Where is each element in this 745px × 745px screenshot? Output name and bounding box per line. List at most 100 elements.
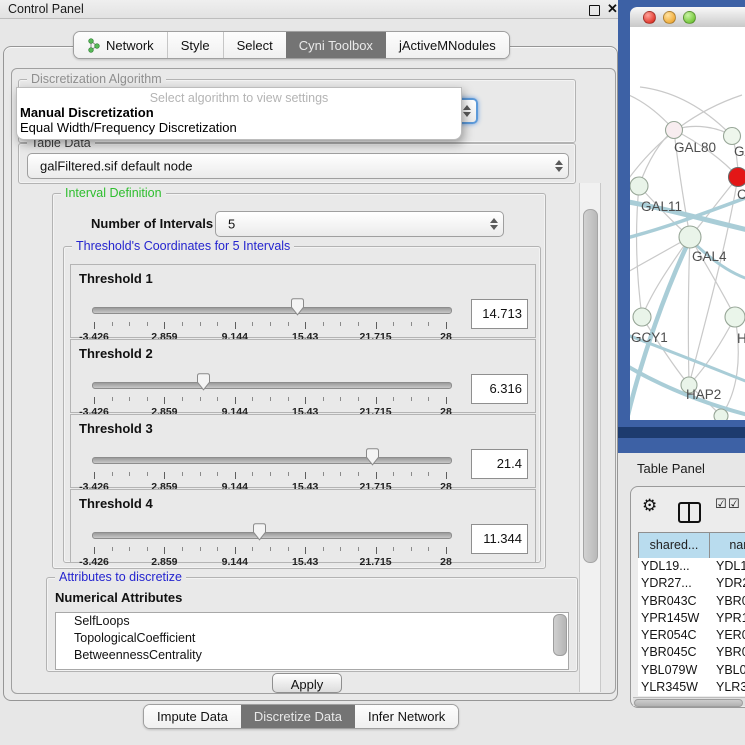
slider-tick: [340, 547, 341, 551]
tab-style[interactable]: Style: [167, 32, 223, 58]
checkbox-icon[interactable]: ☑: [715, 497, 727, 512]
table-row[interactable]: YLR345WYLR3: [638, 679, 745, 696]
slider-tick: [305, 472, 306, 479]
slider-track[interactable]: [92, 307, 452, 314]
zoom-traffic-light[interactable]: [683, 11, 696, 24]
minimize-traffic-light[interactable]: [663, 11, 676, 24]
table-row[interactable]: YBR045CYBR0: [638, 644, 745, 661]
slider-tick: [94, 472, 95, 479]
slider-tick: [235, 547, 236, 554]
slider-tick: [288, 322, 289, 326]
table-row[interactable]: YDR27...YDR2: [638, 575, 745, 592]
table-row[interactable]: YDL19...YDL1: [638, 558, 745, 575]
slider-tick: [129, 397, 130, 401]
slider-tick: [147, 322, 148, 326]
slider-tick: [323, 322, 324, 326]
tab-impute-data[interactable]: Impute Data: [144, 705, 241, 728]
threshold-value-field[interactable]: 21.4: [471, 449, 528, 479]
node-h[interactable]: [725, 307, 745, 327]
number-of-intervals-combobox[interactable]: 5: [215, 211, 504, 237]
slider-tick: [393, 397, 394, 401]
node-gal4[interactable]: [679, 226, 701, 248]
network-edge[interactable]: [639, 130, 674, 186]
popup-item-manual[interactable]: Manual Discretization: [20, 105, 154, 120]
tab-infer-network[interactable]: Infer Network: [355, 705, 458, 728]
table-hscrollbar-track[interactable]: [633, 697, 745, 706]
table-hscrollbar-thumb[interactable]: [634, 699, 743, 707]
node-gal11[interactable]: [630, 177, 648, 195]
slider-tick: [340, 472, 341, 476]
close-traffic-light[interactable]: [643, 11, 656, 24]
slider-thumb[interactable]: [252, 523, 267, 541]
slider-tick: [147, 397, 148, 401]
node-bottom[interactable]: [714, 409, 728, 420]
table-data-combobox[interactable]: galFiltered.sif default node: [27, 153, 569, 179]
apply-button[interactable]: Apply: [272, 673, 342, 693]
threshold-value-field[interactable]: 6.316: [471, 374, 528, 404]
column-layout-icon[interactable]: [678, 502, 701, 523]
slider-tick: [305, 547, 306, 554]
slider-thumb[interactable]: [196, 373, 211, 391]
tab-discretize-data[interactable]: Discretize Data: [241, 705, 355, 728]
network-edge[interactable]: [721, 317, 738, 416]
attribute-list-item[interactable]: BetweennessCentrality: [56, 647, 568, 664]
attributes-group-title: Attributes to discretize: [55, 570, 186, 584]
slider-track[interactable]: [92, 457, 452, 464]
threshold-slider[interactable]: -3.4262.8599.14415.4321.71528: [94, 373, 446, 409]
network-edge[interactable]: [640, 87, 732, 136]
slider-tick: [182, 322, 183, 326]
checkbox-icon[interactable]: ☑: [728, 497, 740, 512]
slider-track[interactable]: [92, 382, 452, 389]
close-icon[interactable]: ✕: [607, 1, 618, 17]
tab-network[interactable]: Network: [74, 32, 167, 58]
tab-cyni-toolbox[interactable]: Cyni Toolbox: [286, 32, 386, 58]
network-window-titlebar[interactable]: [630, 7, 745, 28]
slider-tick: [252, 547, 253, 551]
threshold-slider[interactable]: -3.4262.8599.14415.4321.71528: [94, 298, 446, 334]
attribute-list-item[interactable]: TopologicalCoefficient: [56, 630, 568, 647]
thresholds-group-title: Threshold's Coordinates for 5 Intervals: [72, 239, 294, 253]
network-canvas[interactable]: GAL80GACGAL11GAL4GCY1HHAP2: [630, 27, 745, 420]
slider-track[interactable]: [92, 532, 452, 539]
slider-tick: [182, 472, 183, 476]
slider-tick: [200, 322, 201, 326]
screen: Control Panel ✕ Network Style Select Cyn…: [0, 0, 745, 745]
node-top[interactable]: [724, 128, 741, 145]
threshold-value-field[interactable]: 11.344: [471, 524, 528, 554]
node-red[interactable]: [729, 168, 745, 187]
tab-cyni-toolbox-label: Cyni Toolbox: [299, 38, 373, 53]
slider-tick: [270, 322, 271, 326]
tab-jactivemnodules[interactable]: jActiveMNodules: [386, 32, 509, 58]
table-row[interactable]: YER054CYER0: [638, 627, 745, 644]
slider-tick: [446, 547, 447, 554]
cell-name: YDL1: [712, 558, 745, 575]
slider-tick: [129, 547, 130, 551]
network-edge[interactable]: [642, 237, 690, 317]
threshold-slider[interactable]: -3.4262.8599.14415.4321.71528: [94, 523, 446, 559]
node-gcy1[interactable]: [633, 308, 651, 326]
table-row[interactable]: YBR043CYBR0: [638, 593, 745, 610]
algorithm-popup: Select algorithm to view settings Manual…: [16, 87, 462, 140]
threshold-value-field[interactable]: 14.713: [471, 299, 528, 329]
table-row[interactable]: YPR145WYPR1: [638, 610, 745, 627]
popup-item-equal-width[interactable]: Equal Width/Frequency Discretization: [20, 120, 237, 135]
window-frame-band: [618, 427, 745, 438]
attributes-list-scrollbar[interactable]: [553, 614, 567, 656]
node-label-gal4: GAL4: [692, 249, 727, 264]
threshold-slider[interactable]: -3.4262.8599.14415.4321.71528: [94, 448, 446, 484]
panel-scrollbar-thumb[interactable]: [583, 209, 598, 563]
slider-thumb[interactable]: [365, 448, 380, 466]
column-header-shared[interactable]: shared...: [639, 533, 710, 558]
network-edge[interactable]: [688, 237, 690, 385]
numerical-attributes-list[interactable]: SelfLoopsTopologicalCoefficientBetweenne…: [55, 612, 569, 670]
slider-thumb[interactable]: [290, 298, 305, 316]
table-row[interactable]: YBL079WYBL0: [638, 662, 745, 679]
node-gal80[interactable]: [666, 122, 683, 139]
slider-tick: [235, 397, 236, 404]
gear-icon[interactable]: ⚙: [642, 496, 657, 516]
tab-select[interactable]: Select: [223, 32, 286, 58]
float-window-icon[interactable]: [589, 5, 600, 16]
attribute-list-item[interactable]: SelfLoops: [56, 613, 568, 630]
panel-scrollbar-track[interactable]: [579, 183, 601, 692]
column-header-name[interactable]: name: [710, 533, 745, 558]
